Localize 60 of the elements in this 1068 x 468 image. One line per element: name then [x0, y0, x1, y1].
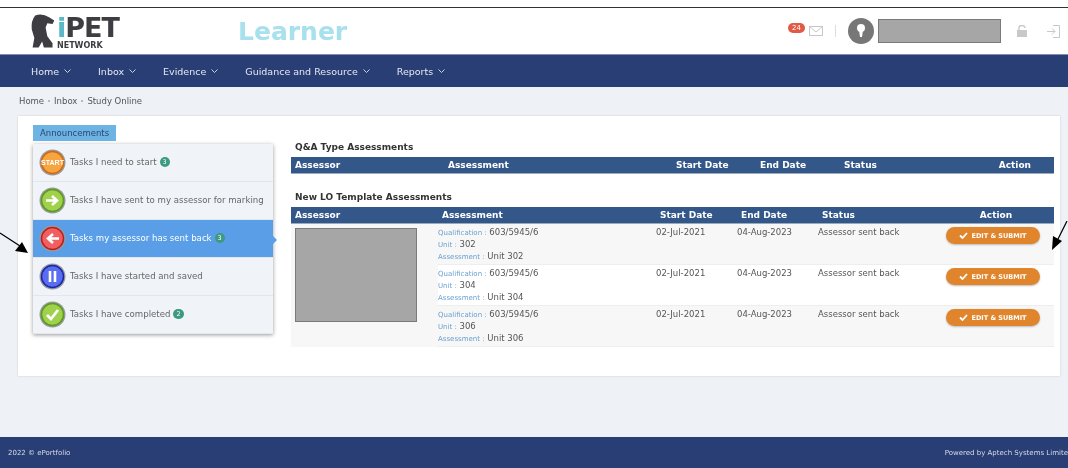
column-header: End Date: [756, 157, 840, 174]
logo-subtitle: NETWORK: [57, 41, 104, 50]
chevron-down-icon: [362, 68, 370, 74]
logout-icon[interactable]: [1047, 24, 1060, 38]
pointer-arrow: [0, 231, 30, 255]
breadcrumb-link[interactable]: Inbox: [54, 96, 78, 106]
task-menu-label: Tasks I have sent to my assessor for marking: [70, 195, 264, 205]
nav-menu-item[interactable]: Guidance and Resource: [245, 65, 370, 77]
dog-logo-icon: [30, 12, 56, 50]
start-date-cell: 02-Jul-2021: [656, 227, 706, 237]
chevron-down-icon: [438, 68, 446, 74]
end-date-cell: 04-Aug-2023: [737, 227, 792, 237]
start-date-cell: 02-Jul-2021: [656, 309, 706, 319]
end-date-cell: 04-Aug-2023: [737, 268, 792, 278]
lock-icon[interactable]: [1017, 25, 1027, 37]
nav-menu-item[interactable]: Reports: [396, 65, 446, 77]
status-cell: Assessor sent back: [818, 309, 900, 319]
nav-menu-item[interactable]: Evidence: [163, 65, 219, 77]
check-icon: [959, 273, 969, 280]
column-header: End Date: [737, 207, 818, 224]
pause-icon: [39, 263, 66, 290]
nav-menu-item[interactable]: Home: [31, 65, 72, 77]
check-icon: [959, 314, 969, 321]
task-menu-label: Tasks I need to start: [70, 157, 157, 167]
start-date-cell: 02-Jul-2021: [656, 268, 706, 278]
column-header: Start Date: [656, 207, 737, 224]
check-icon: [39, 301, 66, 328]
logo-wordmark: iPET: [57, 14, 119, 41]
nav-menu-item[interactable]: Inbox: [98, 65, 137, 77]
column-header: Action: [990, 157, 1054, 174]
task-menu-label: Tasks my assessor has sent back: [70, 233, 212, 243]
section-heading: New LO Template Assessments: [295, 192, 453, 204]
role-title: Learner: [238, 16, 348, 46]
breadcrumb-link[interactable]: Study Online: [87, 96, 143, 106]
column-header: Status: [840, 157, 990, 174]
mail-icon[interactable]: [809, 26, 823, 36]
task-menu-item[interactable]: Tasks I have started and saved: [33, 258, 273, 296]
column-header: Assessor: [291, 207, 438, 224]
announcements-tab[interactable]: Announcements: [33, 125, 117, 141]
task-menu-label: Tasks I have completed: [70, 309, 171, 319]
column-header: Start Date: [672, 157, 756, 174]
column-header: Assessment: [444, 157, 672, 174]
section-heading: Q&A Type Assessments: [295, 142, 415, 154]
status-cell: Assessor sent back: [818, 227, 900, 237]
column-header: Assessor: [291, 157, 444, 174]
column-header: Assessment: [438, 207, 656, 224]
task-menu-label: Tasks I have started and saved: [70, 271, 203, 281]
avatar-icon[interactable]: [848, 18, 874, 44]
pointer-arrow: [1050, 221, 1068, 251]
column-header: Action: [938, 207, 1054, 224]
end-date-cell: 04-Aug-2023: [737, 309, 792, 319]
chevron-down-icon: [64, 68, 72, 74]
chevron-down-icon: [211, 68, 219, 74]
back-arrow-icon: [39, 225, 66, 252]
forward-arrow-icon: [39, 187, 66, 214]
status-cell: Assessor sent back: [818, 268, 900, 278]
column-header: Status: [818, 207, 938, 224]
chevron-down-icon: [129, 68, 137, 74]
breadcrumb-link[interactable]: Home: [19, 96, 45, 106]
check-icon: [959, 232, 969, 239]
